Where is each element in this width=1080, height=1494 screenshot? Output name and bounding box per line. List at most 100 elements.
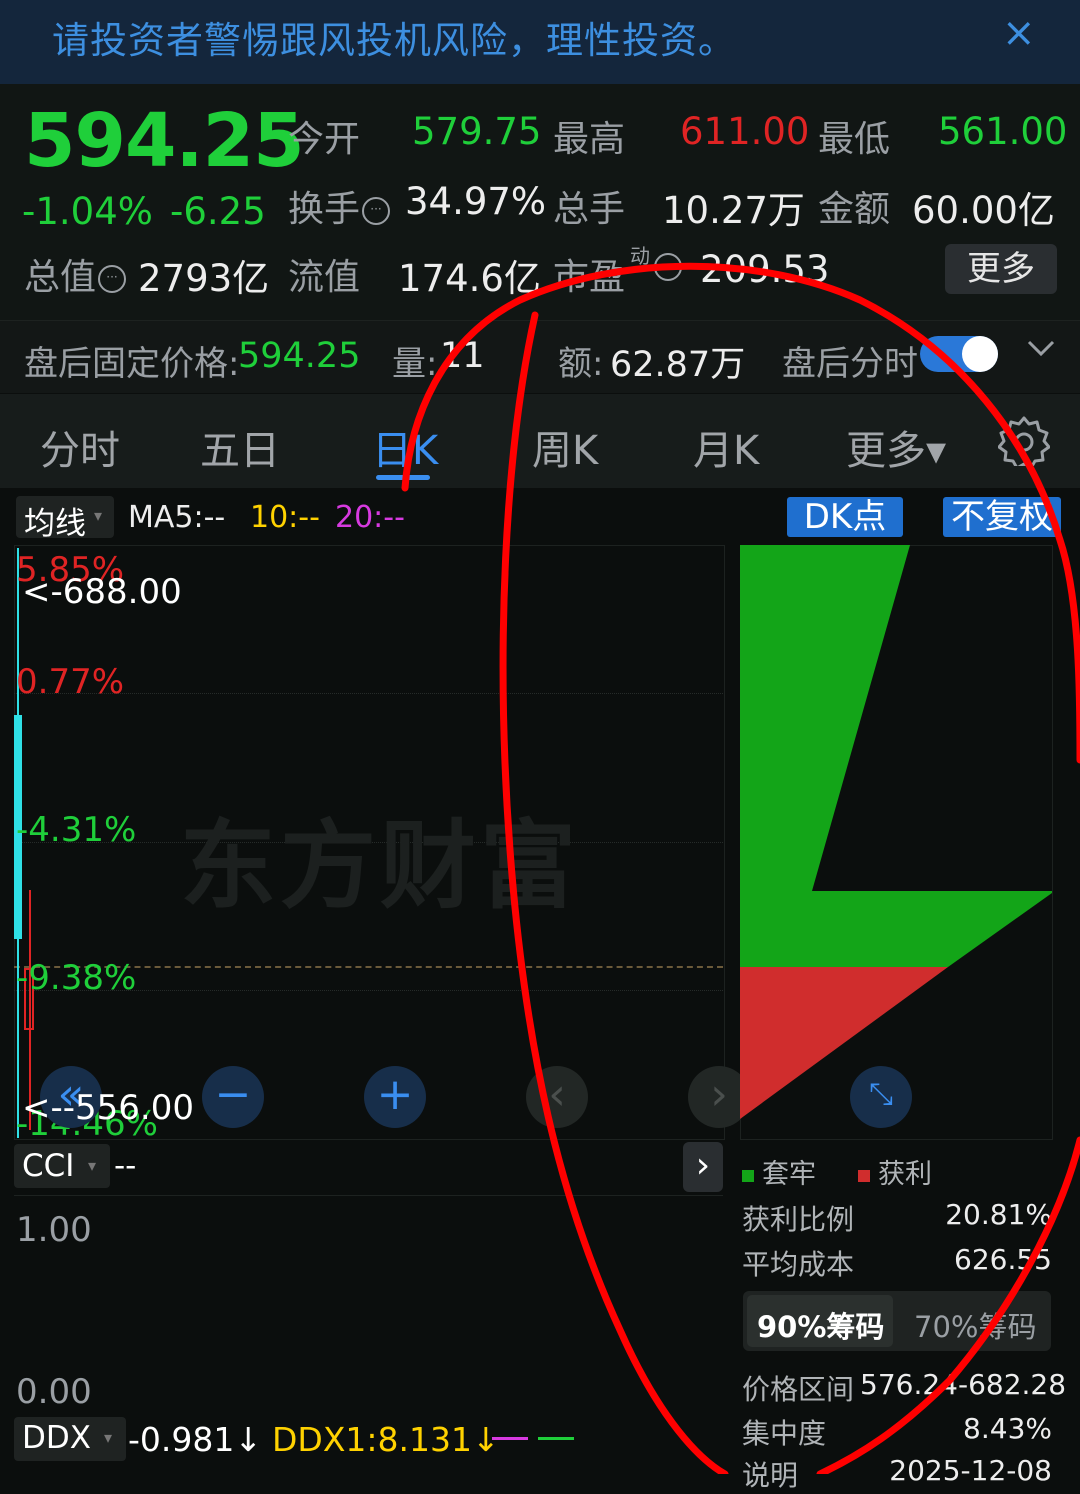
chevron-right-icon[interactable]: ›: [683, 1142, 723, 1192]
chevron-down-svg: [1027, 340, 1055, 357]
prev-button[interactable]: ‹: [526, 1066, 588, 1128]
cci-panel: [14, 1195, 723, 1411]
ddx-select-label: DDX: [22, 1420, 91, 1456]
pct-label: 0.77%: [16, 662, 125, 702]
pct-label: -9.38%: [16, 958, 137, 998]
date-value: 2025-12-08: [889, 1454, 1052, 1487]
ddx2-line-legend: [492, 1437, 528, 1440]
tab-weekly-k[interactable]: 周K: [532, 418, 598, 476]
chip-chart-svg: [740, 545, 1052, 1119]
legend-profit-label: 获利: [878, 1159, 932, 1190]
tab-more[interactable]: 更多▾: [846, 418, 946, 476]
close-icon[interactable]: ×: [1002, 10, 1036, 56]
mktcap-label-text: 总值: [24, 257, 97, 298]
avg-cost-value: 626.55: [954, 1243, 1052, 1276]
mktcap-label: 总值 ···: [24, 248, 127, 300]
ma-select-label: 均线: [24, 506, 86, 542]
ma5-value: MA5:--: [128, 500, 226, 535]
zoom-out-button[interactable]: −: [202, 1066, 264, 1128]
gear-icon[interactable]: [997, 414, 1051, 470]
dropdown-icon: ▾: [94, 506, 103, 525]
volume-label: 总手: [553, 189, 626, 230]
open-value: 579.75: [412, 110, 542, 153]
high-value: 611.00: [680, 110, 810, 153]
risk-banner-text: 请投资者警惕跟风投机风险，理性投资。: [52, 19, 736, 62]
seg-90-chips[interactable]: 90%筹码: [757, 1304, 884, 1346]
float-label: 流值: [288, 257, 361, 298]
more-button[interactable]: 更多: [945, 244, 1057, 294]
legend-trapped-label: 套牢: [762, 1159, 816, 1190]
amount-label: 金额: [818, 189, 891, 230]
low-label: 最低: [818, 119, 891, 160]
open-label: 今开: [288, 119, 361, 160]
cci-select-label: CCI: [22, 1148, 75, 1184]
turnover-label-text: 换手: [288, 189, 361, 230]
dropdown-icon: ▾: [104, 1428, 113, 1447]
amount-value: 60.00亿: [912, 189, 1055, 232]
tab-daily-k[interactable]: 日K: [372, 418, 438, 476]
cci-bottom-label: 0.00: [16, 1372, 92, 1412]
profit-ratio-label: 获利比例: [742, 1203, 855, 1236]
change-percent: -1.04%: [22, 190, 153, 233]
seg-70-chips[interactable]: 70%筹码: [914, 1304, 1036, 1346]
ddx1-value: DDX1:8.131↓: [272, 1420, 500, 1459]
afterhours-amt: 62.87万: [610, 345, 746, 385]
profit-area: [740, 967, 948, 1119]
avg-cost-label: 平均成本: [742, 1248, 855, 1281]
afterhours-vol: 11: [440, 336, 485, 376]
active-tab-underline: [376, 475, 430, 480]
toggle-knob: [962, 336, 998, 372]
afterhours-fixed-price: 594.25: [238, 336, 361, 376]
change-amount: -6.25: [170, 190, 266, 233]
afterhours-toggle-label: 盘后分时: [782, 344, 918, 384]
no-adjust-button[interactable]: 不复权: [943, 497, 1061, 537]
price-range-value: 576.24-682.28: [860, 1368, 1067, 1401]
info-icon[interactable]: ···: [98, 265, 127, 293]
dk-point-button[interactable]: DK点: [787, 497, 903, 537]
ddx3-line-legend: [538, 1437, 574, 1440]
cci-value: --: [114, 1148, 137, 1184]
turnover-value: 34.97%: [405, 180, 547, 223]
profit-ratio-value: 20.81%: [945, 1198, 1052, 1231]
tab-five-day[interactable]: 五日: [200, 418, 280, 476]
concentration-label: 集中度: [742, 1417, 827, 1450]
dropdown-icon: ▾: [88, 1156, 97, 1175]
low-value: 561.00: [938, 110, 1068, 153]
pe-value: 209.53: [700, 248, 830, 291]
info-icon-glyph: ···: [654, 253, 682, 281]
afterhours-fixed-label: 盘后固定价格:: [24, 344, 240, 384]
mktcap-value: 2793亿: [138, 257, 270, 300]
legend-swatch: [858, 1169, 870, 1182]
watermark: 东方财富: [180, 809, 580, 922]
cci-top-label: 1.00: [16, 1210, 92, 1250]
ma10-value: 10:--: [250, 500, 320, 535]
afterhours-amt-label: 额:: [558, 344, 604, 384]
last-price: 594.25: [24, 98, 305, 184]
concentration-value: 8.43%: [963, 1412, 1052, 1445]
volume-value: 10.27万: [662, 189, 805, 232]
zoom-in-button[interactable]: +: [364, 1066, 426, 1128]
legend-trapped: 套牢: [742, 1152, 816, 1191]
info-icon[interactable]: ···: [652, 253, 682, 281]
high-marker: <-688.00: [22, 572, 182, 612]
pct-label: -4.31%: [16, 810, 137, 850]
expand-icon[interactable]: ⤡: [850, 1066, 912, 1128]
chevron-down-icon[interactable]: [1026, 338, 1056, 362]
ddx-value: -0.981↓: [128, 1420, 263, 1459]
info-icon[interactable]: ···: [362, 197, 391, 225]
turnover-label: 换手 ···: [288, 180, 391, 232]
gear-svg: [997, 416, 1051, 470]
afterhours-vol-label: 量:: [392, 344, 438, 384]
float-value: 174.6亿: [398, 257, 541, 300]
pe-label: 市盈: [553, 257, 626, 298]
trapped-area: [740, 545, 1052, 967]
low-marker: <--556.00: [22, 1088, 194, 1128]
tab-monthly-k[interactable]: 月K: [693, 418, 759, 476]
tab-intraday[interactable]: 分时: [40, 418, 120, 476]
high-label: 最高: [553, 119, 626, 160]
price-range-label: 价格区间: [742, 1373, 855, 1406]
note-label[interactable]: 说明: [742, 1454, 798, 1494]
ma20-value: 20:--: [335, 500, 405, 535]
legend-profit: 获利: [858, 1152, 932, 1191]
pe-sup: 动: [630, 244, 650, 268]
